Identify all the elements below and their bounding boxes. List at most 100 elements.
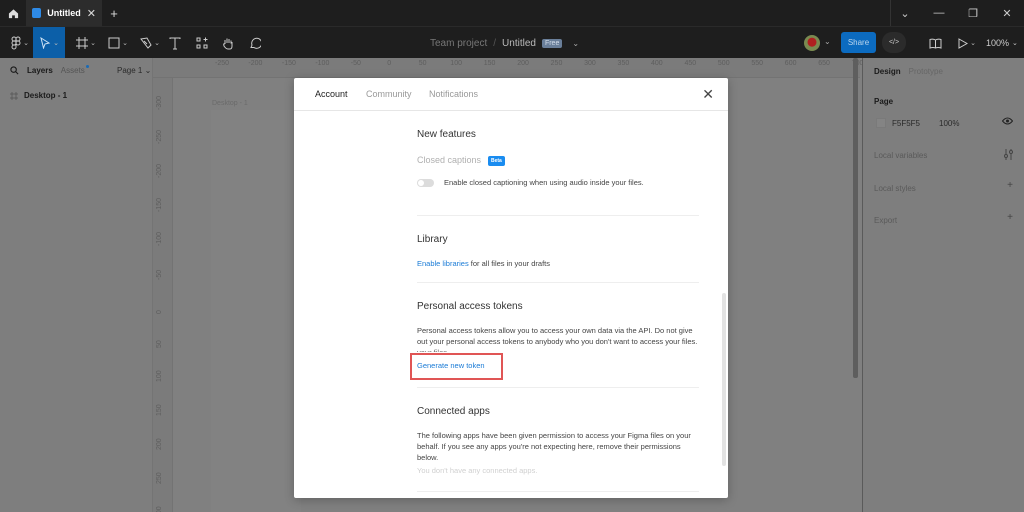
modal-tabs: Account Community Notifications ✕: [294, 78, 728, 111]
pen-tool[interactable]: ⌄: [136, 27, 164, 59]
text-tool[interactable]: [166, 27, 184, 59]
beta-badge: Beta: [488, 156, 505, 166]
design-panel: Design Prototype Page F5F5F5 100% Local …: [862, 58, 1024, 512]
frame-icon: [10, 91, 18, 100]
chevron-down-icon: ⌄: [122, 40, 128, 47]
frame-icon: [76, 37, 89, 49]
ruler-tick-label: 600: [784, 60, 797, 67]
ruler-tick-label: 200: [156, 438, 163, 450]
tab-design[interactable]: Design: [874, 67, 901, 76]
search-icon[interactable]: [10, 66, 19, 75]
library-button[interactable]: [926, 27, 944, 59]
ruler-tick-label: -150: [281, 60, 296, 67]
close-icon[interactable]: ✕: [702, 86, 714, 103]
file-tab[interactable]: Untitled ✕: [26, 0, 102, 26]
desktop-frame[interactable]: [211, 110, 301, 512]
main-menu-button[interactable]: ⌄: [4, 27, 36, 59]
generate-new-token-link[interactable]: Generate new token: [417, 360, 485, 371]
book-icon: [929, 38, 941, 49]
chevron-down-icon: ⌄: [154, 40, 160, 47]
chevron-down-icon: ⌄: [970, 40, 976, 47]
variables-icon[interactable]: [1004, 149, 1013, 163]
layer-name: Desktop - 1: [24, 91, 68, 100]
figma-logo-icon: [11, 36, 21, 50]
closed-captions-toggle[interactable]: [417, 179, 434, 187]
page-color-swatch[interactable]: [876, 118, 886, 128]
enable-libraries-link[interactable]: Enable libraries: [417, 259, 469, 268]
project-name[interactable]: Team project: [430, 38, 487, 49]
library-title: Library: [417, 234, 448, 245]
ruler-tick-label: -200: [248, 60, 263, 67]
comment-icon: [250, 37, 261, 49]
local-variables-label: Local variables: [874, 151, 928, 160]
closed-captions-description: Enable closed captioning when using audi…: [444, 178, 644, 187]
divider: [417, 282, 699, 283]
chevron-down-icon: ⌄: [1012, 40, 1018, 47]
frame-tool[interactable]: ⌄: [72, 27, 100, 59]
canvas-scrollbar[interactable]: [853, 58, 858, 378]
connected-apps-description: The following apps have been given permi…: [417, 431, 691, 462]
zoom-dropdown[interactable]: 100% ⌄: [986, 27, 1018, 59]
resources-tool[interactable]: [193, 27, 211, 59]
ruler-tick-label: 450: [684, 60, 697, 67]
ruler-tick-label: -100: [156, 231, 163, 246]
horizontal-ruler: -250 -200 -150 -100 -50 0 50 100 150 200 250 300 350…: [153, 58, 897, 78]
share-button[interactable]: Share: [841, 32, 876, 53]
comment-tool[interactable]: [246, 27, 264, 59]
left-panel-tabs: Layers Assets: [10, 65, 89, 75]
tab-layers[interactable]: Layers: [27, 66, 53, 75]
ruler-tick-label: 350: [617, 60, 630, 67]
chevron-down-icon[interactable]: ⌄: [824, 37, 831, 46]
home-button[interactable]: [0, 0, 26, 26]
avatar[interactable]: [804, 35, 820, 51]
shape-tool[interactable]: ⌄: [104, 27, 132, 59]
hand-tool[interactable]: [219, 27, 237, 59]
ruler-tick-label: 400: [651, 60, 663, 67]
ruler-tick-label: -200: [156, 163, 163, 178]
ruler-tick-label: 200: [517, 60, 529, 67]
page-selector[interactable]: Page 1 ⌄: [117, 66, 151, 75]
ruler-tick-label: -150: [156, 197, 163, 212]
page-color-value[interactable]: F5F5F5: [892, 119, 920, 128]
layer-item[interactable]: Desktop - 1: [10, 91, 67, 100]
ruler-tick-label: -50: [350, 60, 361, 67]
library-text: Enable libraries for all files in your d…: [417, 258, 550, 269]
ruler-tick-label: 0: [156, 310, 163, 314]
chevron-down-icon: ⌄: [90, 40, 96, 47]
ruler-tick-label: 50: [418, 60, 427, 67]
move-tool[interactable]: ⌄: [33, 27, 65, 59]
divider: [417, 215, 699, 216]
minimize-icon[interactable]: —: [922, 0, 956, 26]
tab-community[interactable]: Community: [366, 89, 412, 99]
add-export-icon[interactable]: +: [1007, 212, 1013, 223]
file-tab-title: Untitled: [47, 8, 81, 18]
file-icon: [32, 8, 42, 18]
new-tab-button[interactable]: +: [102, 6, 126, 21]
tab-notifications[interactable]: Notifications: [429, 89, 478, 99]
add-style-icon[interactable]: +: [1007, 180, 1013, 191]
chevron-down-icon[interactable]: ⌄: [888, 0, 922, 26]
file-name[interactable]: Untitled: [502, 38, 536, 49]
frame-label[interactable]: Desktop - 1: [212, 100, 248, 107]
modal-scrollbar[interactable]: [722, 293, 726, 466]
close-window-icon[interactable]: ✕: [990, 0, 1024, 26]
tab-assets[interactable]: Assets: [61, 65, 89, 75]
eye-icon[interactable]: [1001, 117, 1014, 128]
tokens-description-overflow: your files.: [417, 347, 449, 352]
tab-prototype[interactable]: Prototype: [909, 67, 943, 76]
page-opacity-value[interactable]: 100%: [939, 119, 959, 128]
divider: [417, 387, 699, 388]
tab-account[interactable]: Account: [315, 89, 348, 99]
present-button[interactable]: ⌄: [956, 27, 978, 59]
chevron-down-icon[interactable]: ⌄: [572, 39, 579, 48]
ruler-tick-label: -50: [156, 269, 163, 280]
chevron-down-icon: ⌄: [23, 40, 29, 47]
restore-icon[interactable]: ❐: [956, 0, 990, 26]
ruler-tick-label: 650: [818, 60, 830, 67]
ruler-tick-label: 100: [450, 60, 462, 67]
play-icon: [958, 37, 969, 49]
close-tab-icon[interactable]: ✕: [87, 7, 96, 20]
ruler-tick-label: 100: [156, 370, 163, 382]
dev-mode-toggle[interactable]: </>: [882, 32, 906, 53]
tokens-title: Personal access tokens: [417, 301, 523, 312]
